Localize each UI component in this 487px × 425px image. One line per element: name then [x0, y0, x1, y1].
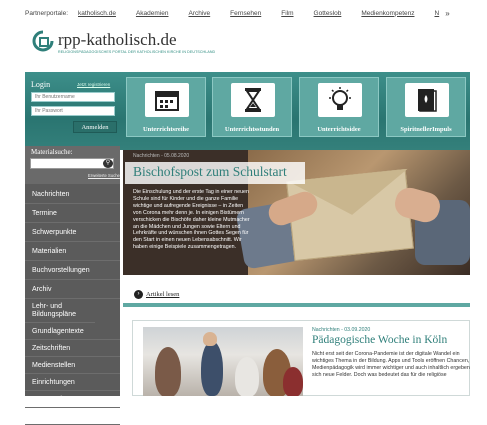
portal-more-arrow[interactable]: »	[445, 9, 449, 18]
username-input[interactable]	[31, 92, 115, 102]
sidebar-item-materialien[interactable]: Materialien	[25, 242, 120, 261]
portal-link-archive[interactable]: Archive	[188, 10, 210, 17]
hero-date: Nachrichten - 05.08.2020	[133, 153, 190, 159]
material-search-input[interactable]	[30, 158, 114, 169]
article-text: Nicht erst seit der Corona-Pandemie ist …	[312, 351, 470, 378]
portal-link-n[interactable]: N	[434, 10, 439, 17]
portal-link-film[interactable]: Film	[281, 10, 293, 17]
read-more-icon[interactable]: ›	[134, 290, 143, 299]
portal-link-medienkompetenz[interactable]: Medienkompetenz	[361, 10, 414, 17]
search-icon[interactable]: ⚲	[103, 159, 113, 168]
bible-icon	[405, 83, 449, 117]
portal-link-fernsehen[interactable]: Fernsehen	[230, 10, 261, 17]
logo-title[interactable]: rpp-katholisch.de	[58, 30, 177, 50]
extended-search-link[interactable]: Erweiterte Suche	[88, 173, 120, 178]
password-input[interactable]	[31, 106, 115, 116]
article-image[interactable]	[143, 327, 303, 396]
sidebar-item-einrichtungen[interactable]: Einrichtungen	[25, 374, 120, 391]
tile-label: Unterrichtsstunden	[224, 126, 280, 133]
portal-link-akademien[interactable]: Akademien	[136, 10, 169, 17]
sidebar-nav: Nachrichten Termine Schwerpunkte Materia…	[25, 185, 120, 425]
sidebar-item-grundlagentexte[interactable]: Grundlagentexte	[25, 323, 120, 340]
sidebar-item-medienstellen[interactable]: Medienstellen	[25, 357, 120, 374]
article-title[interactable]: Pädagogische Woche in Köln	[312, 334, 447, 346]
sidebar-item-buchvorstellungen[interactable]: Buchvorstellungen	[25, 261, 120, 280]
portal-label: Partnerportale:	[25, 9, 68, 17]
lightbulb-icon	[318, 83, 362, 117]
material-search-title: Materialsuche:	[31, 148, 73, 156]
sidebar-item-schwerpunkte[interactable]: Schwerpunkte	[25, 223, 120, 242]
tile-label: Unterrichtsreihe	[142, 126, 190, 133]
hourglass-icon	[231, 83, 275, 117]
hero-title[interactable]: Bischofspost zum Schulstart	[133, 164, 287, 180]
hero-text: Die Einschulung und der erste Tag in ein…	[133, 189, 250, 251]
sidebar-item-lehrplaene[interactable]: Lehr- und Bildungspläne	[25, 299, 95, 323]
tile-unterrichtsreihe[interactable]: Unterrichtsreihe	[126, 77, 206, 137]
register-link[interactable]: Jetzt registrieren	[77, 82, 110, 87]
article-date: Nachrichten - 03.09.2020	[312, 327, 371, 333]
tile-label: Unterrichtsidee	[317, 126, 361, 133]
sidebar-item-termine[interactable]: Termine	[25, 204, 120, 223]
divider	[123, 303, 470, 307]
sidebar-item-nachrichten[interactable]: Nachrichten	[25, 185, 120, 204]
tile-spiritueller-impuls[interactable]: SpiritnellerImpuls	[386, 77, 466, 137]
calendar-icon	[145, 83, 189, 117]
tile-unterrichtsidee[interactable]: Unterrichtsidee	[299, 77, 379, 137]
logo-icon[interactable]	[32, 30, 54, 52]
portal-link-gotteslob[interactable]: Gotteslob	[314, 10, 342, 17]
sidebar-item-zeitschriften[interactable]: Zeitschriften	[25, 340, 120, 357]
partner-portal-bar: Partnerportale: katholisch.de Akademien …	[0, 0, 487, 26]
logo-subtitle: RELIGIONSPÄDAGOGISCHES PORTAL DER KATHOL…	[58, 50, 216, 54]
tile-unterrichtsstunden[interactable]: Unterrichtsstunden	[212, 77, 292, 137]
login-button[interactable]: Anmelden	[73, 121, 117, 133]
sidebar-item-archiv[interactable]: Archiv	[25, 280, 120, 299]
sidebar-item-onlineunterrichtswerk[interactable]: Onlineunterrichtswerk	[25, 408, 120, 425]
sidebar-item-kooperationspartner[interactable]: Kooperationspartner	[25, 391, 120, 408]
tile-label: SpiritnellerImpuls	[400, 126, 452, 133]
login-title: Login	[31, 80, 51, 89]
portal-link-katholisch[interactable]: katholisch.de	[78, 10, 116, 17]
read-more-link[interactable]: Artikel lesen	[146, 291, 179, 298]
